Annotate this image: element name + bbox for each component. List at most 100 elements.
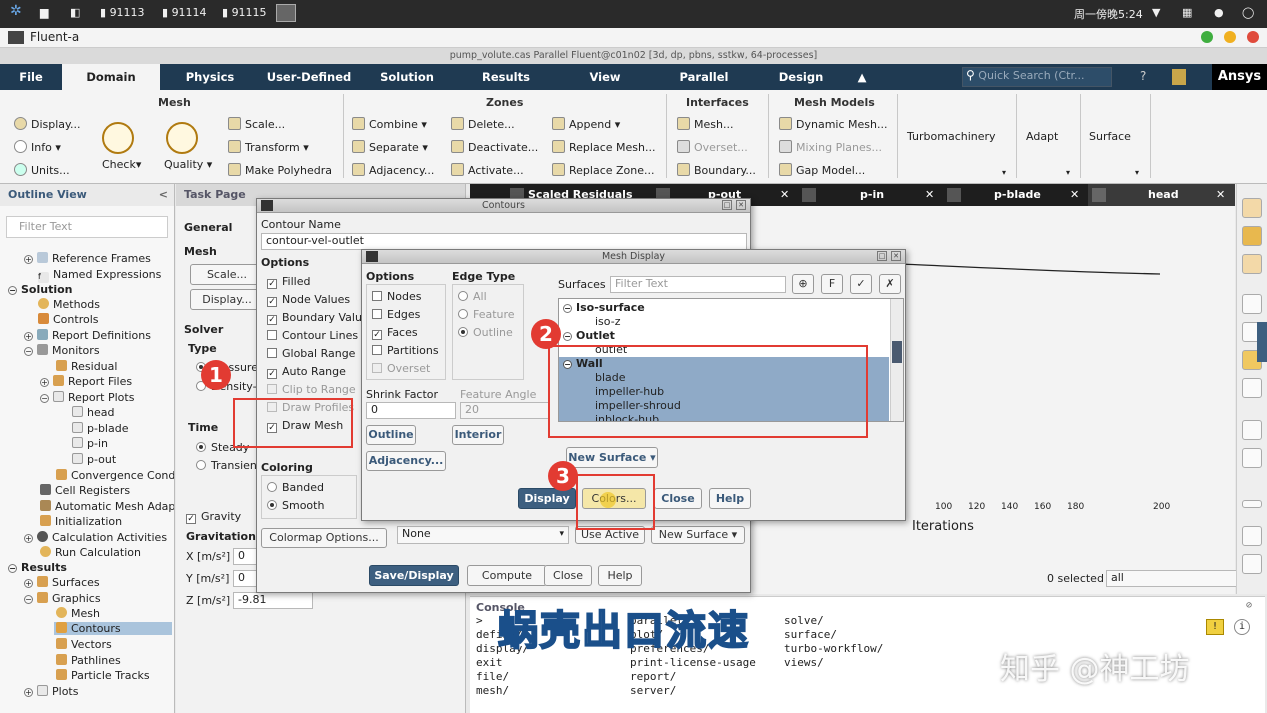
- tree-item-p-out[interactable]: p-out: [72, 453, 116, 466]
- tree-item-automatic-mesh-adaption[interactable]: Automatic Mesh Adaption: [40, 500, 174, 513]
- replace-zone-button[interactable]: Replace Zone...: [552, 163, 655, 177]
- surface-dropdown[interactable]: None ▾: [397, 526, 569, 544]
- legend-icon[interactable]: [1242, 448, 1262, 468]
- task-item-2[interactable]: ▮ 91114: [162, 6, 207, 19]
- console-options-icon[interactable]: ⊘: [1246, 600, 1252, 611]
- surface-expand-icon[interactable]: ▾: [1135, 168, 1139, 177]
- surface-group-iso-surface[interactable]: − Iso-surface: [559, 301, 889, 315]
- tab-design[interactable]: Design: [766, 64, 836, 90]
- turbomachinery-group[interactable]: Turbomachinery: [907, 130, 996, 143]
- task-item-3[interactable]: ▮ 91115: [222, 6, 267, 19]
- compute-button[interactable]: Compute: [467, 565, 547, 586]
- quality-icon[interactable]: [166, 122, 198, 154]
- tree-item-vectors[interactable]: Vectors: [56, 638, 112, 651]
- tree-item-monitors[interactable]: − Monitors: [24, 344, 100, 357]
- task-item-1[interactable]: ▮ 91113: [100, 6, 145, 19]
- mesh-new-surface-button[interactable]: New Surface ▾: [566, 447, 658, 468]
- scale-mesh-button[interactable]: Scale...: [190, 264, 264, 285]
- collapse-ribbon-icon[interactable]: ▲: [852, 64, 872, 90]
- side-panel-toggle[interactable]: [1257, 322, 1267, 362]
- new-surface-button[interactable]: New Surface ▾: [651, 526, 745, 544]
- quality-button[interactable]: Quality ▾: [164, 158, 212, 171]
- tree-item-contours[interactable]: Contours: [54, 622, 172, 635]
- turbomachinery-expand-icon[interactable]: ▾: [1002, 168, 1006, 177]
- surface-item-iso-z[interactable]: iso-z: [559, 315, 889, 329]
- info-icon[interactable]: i: [1234, 619, 1250, 635]
- tab-view[interactable]: View: [570, 64, 640, 90]
- tree-item-residual[interactable]: Residual: [56, 360, 117, 373]
- outline-filter-input[interactable]: Filter Text: [6, 216, 168, 238]
- tree-item-cell-registers[interactable]: Cell Registers: [40, 484, 130, 497]
- tree-item-particle-tracks[interactable]: Particle Tracks: [56, 669, 150, 682]
- tree-item-run-calculation[interactable]: Run Calculation: [40, 546, 141, 559]
- view-fit-icon[interactable]: [1242, 198, 1262, 218]
- zoom-icon[interactable]: [1242, 254, 1262, 274]
- tab-user-defined[interactable]: User-Defined: [260, 64, 358, 90]
- display-mesh-button[interactable]: Display...: [190, 289, 264, 310]
- folder-icon[interactable]: ▆: [40, 6, 48, 19]
- overset-button[interactable]: Overset...: [677, 140, 748, 154]
- tab-file[interactable]: File: [0, 64, 62, 90]
- selection-filter-select[interactable]: all▾: [1106, 570, 1256, 587]
- check-button[interactable]: Check▾: [102, 158, 141, 171]
- tree-item-p-in[interactable]: p-in: [72, 437, 108, 450]
- tree-item-report-plots[interactable]: − Report Plots: [40, 391, 134, 404]
- tab-parallel[interactable]: Parallel: [664, 64, 744, 90]
- deselect-all-icon[interactable]: ✗: [879, 274, 901, 294]
- tree-item-report-definitions[interactable]: + Report Definitions: [24, 329, 151, 342]
- tree-item-calculation-activities[interactable]: + Calculation Activities: [24, 531, 167, 544]
- mesh-display-button[interactable]: Display: [518, 488, 576, 509]
- auto-range-checkbox[interactable]: ✓ Auto Range: [267, 365, 346, 379]
- units-button[interactable]: Units...: [14, 163, 70, 177]
- tree-item-reference-frames[interactable]: + Reference Frames: [24, 252, 151, 265]
- tree-item-controls[interactable]: Controls: [38, 313, 99, 326]
- tab-physics[interactable]: Physics: [168, 64, 252, 90]
- mesh-info-button[interactable]: Info ▾: [14, 140, 61, 154]
- scale-button[interactable]: Scale...: [228, 117, 285, 131]
- partitions-checkbox[interactable]: Partitions: [372, 344, 439, 357]
- tree-item-report-files[interactable]: + Report Files: [40, 375, 132, 388]
- transient-radio[interactable]: Transient: [196, 459, 261, 472]
- faces-checkbox[interactable]: ✓ Faces: [372, 326, 418, 340]
- apps-grid-icon[interactable]: ▦: [1182, 6, 1192, 19]
- filter-icon[interactable]: F: [821, 274, 843, 294]
- colormap-options-button[interactable]: Colormap Options...: [261, 528, 387, 548]
- rotate-view-icon[interactable]: [1242, 226, 1262, 246]
- save-display-button[interactable]: Save/Display: [369, 565, 459, 586]
- surfaces-filter-input[interactable]: Filter Text: [610, 276, 786, 293]
- close-tab-icon[interactable]: ✕: [925, 184, 934, 206]
- gravity-checkbox[interactable]: ✓ Gravity: [186, 510, 241, 524]
- fluent-taskbar-icon[interactable]: [276, 4, 296, 22]
- contours-help-button[interactable]: Help: [598, 565, 642, 586]
- start-menu-icon[interactable]: ✲: [10, 3, 22, 19]
- maximize-dialog-icon[interactable]: □: [722, 200, 732, 210]
- contour-lines-checkbox[interactable]: Contour Lines: [267, 329, 358, 342]
- mesh-display-button[interactable]: Display...: [14, 117, 80, 131]
- feature-angle-input[interactable]: 20: [460, 402, 550, 419]
- axes-icon[interactable]: [1242, 420, 1262, 440]
- tree-item-pathlines[interactable]: Pathlines: [56, 654, 121, 667]
- append-button[interactable]: Append ▾: [552, 117, 620, 131]
- tree-item-p-blade[interactable]: p-blade: [72, 422, 128, 435]
- surfaces-scrollbar[interactable]: [890, 299, 903, 421]
- tab-results[interactable]: Results: [466, 64, 546, 90]
- tree-item-surfaces[interactable]: + Surfaces: [24, 576, 100, 589]
- minimize-icon[interactable]: [1201, 31, 1213, 43]
- adapt-group[interactable]: Adapt: [1026, 130, 1058, 143]
- filled-checkbox[interactable]: ✓ Filled: [267, 275, 310, 289]
- close-dialog-icon[interactable]: ✕: [736, 200, 746, 210]
- close-tab-icon[interactable]: ✕: [1216, 184, 1225, 206]
- tree-item-head[interactable]: head: [72, 406, 114, 419]
- tab-domain[interactable]: Domain: [62, 64, 160, 90]
- check-all-icon[interactable]: ✓: [850, 274, 872, 294]
- maximize-icon[interactable]: [1224, 31, 1236, 43]
- eye-view-icon[interactable]: [1242, 294, 1262, 314]
- terminal-icon[interactable]: ◧: [70, 6, 80, 19]
- combine-button[interactable]: Combine ▾: [352, 117, 427, 131]
- tree-item-convergence-conditions[interactable]: Convergence Conditions: [56, 469, 174, 482]
- dynamic-mesh-button[interactable]: Dynamic Mesh...: [779, 117, 887, 131]
- undo-view-icon[interactable]: [1242, 378, 1262, 398]
- close-dialog-icon[interactable]: ✕: [891, 251, 901, 261]
- separate-button[interactable]: Separate ▾: [352, 140, 428, 154]
- adapt-expand-icon[interactable]: ▾: [1066, 168, 1070, 177]
